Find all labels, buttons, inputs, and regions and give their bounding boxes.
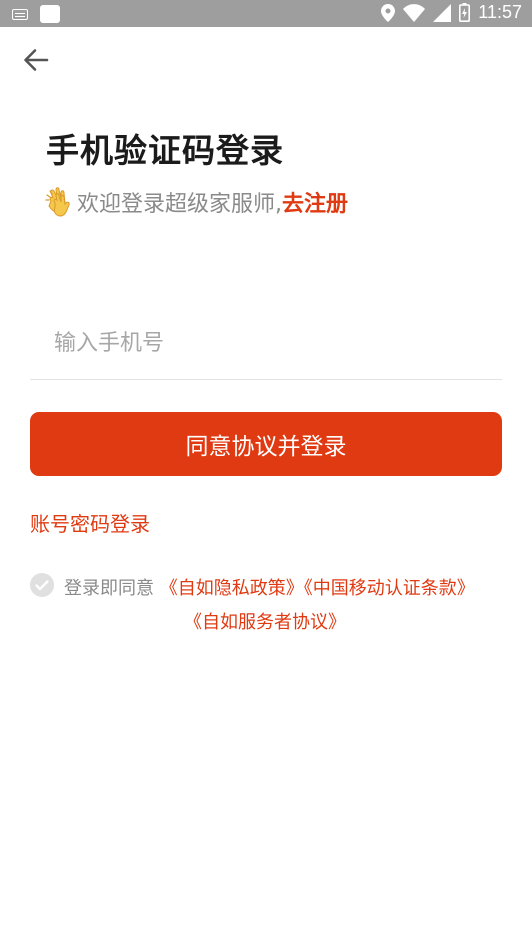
arrow-left-icon (24, 49, 49, 71)
page-title: 手机验证码登录 (46, 131, 284, 170)
battery-icon (459, 3, 471, 22)
register-link[interactable]: 去注册 (282, 186, 348, 218)
welcome-subtitle: 欢迎登录超级家服师, 去注册 (45, 186, 348, 218)
status-time: 11:57 (478, 2, 522, 22)
cmcc-terms-link[interactable]: 《中国移动认证条款》 (304, 578, 475, 599)
subtitle-text: 欢迎登录超级家服师, (77, 192, 282, 217)
phone-input[interactable] (30, 308, 502, 380)
password-login-link[interactable]: 账号密码登录 (30, 508, 150, 537)
back-button[interactable] (16, 42, 56, 78)
service-agreement-link[interactable]: 《自如服务者协议》 (184, 612, 346, 633)
agreement-line-1: 登录即同意 《自如隐私政策》《中国移动认证条款》 (64, 574, 475, 600)
status-bar-right: 11:57 (381, 2, 522, 23)
agree-and-login-button[interactable]: 同意协议并登录 (30, 412, 502, 476)
status-bar: 11:57 (0, 0, 532, 27)
agreement-line-2: 《自如服务者协议》 (184, 608, 346, 634)
keyboard-icon (12, 8, 28, 20)
location-icon (381, 3, 396, 22)
signal-icon (433, 3, 452, 22)
status-bar-left (12, 5, 60, 23)
clapping-hands-icon (45, 187, 70, 217)
agreement-prefix: 登录即同意 (64, 578, 154, 599)
agreement-checkbox-icon[interactable] (30, 573, 54, 597)
app-notification-icon (40, 5, 60, 23)
wifi-icon (403, 3, 426, 22)
privacy-policy-link[interactable]: 《自如隐私政策》 (160, 578, 304, 599)
